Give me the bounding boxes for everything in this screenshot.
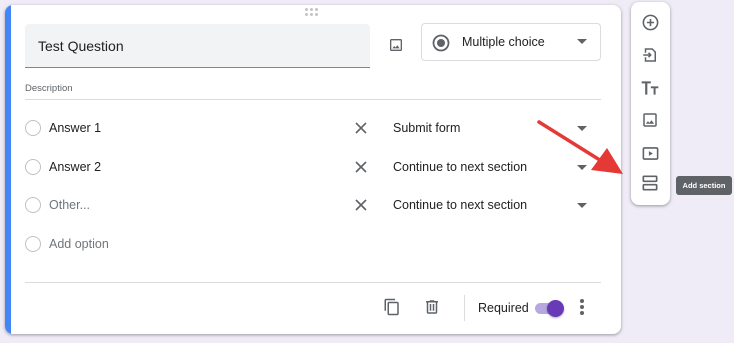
footer-divider xyxy=(25,282,601,283)
description-underline xyxy=(25,99,601,100)
question-card[interactable]: Test Question Multiple choice Descriptio… xyxy=(5,5,621,334)
more-options-icon[interactable] xyxy=(579,299,585,317)
footer-vertical-divider xyxy=(464,295,465,321)
image-icon xyxy=(390,39,402,51)
toggle-knob xyxy=(547,300,564,317)
go-to-section-select[interactable]: Continue to next section xyxy=(393,198,527,212)
section-icon xyxy=(642,175,658,191)
close-icon[interactable] xyxy=(354,160,368,174)
required-label: Required xyxy=(478,301,529,315)
radio-icon xyxy=(25,197,41,213)
question-type-dropdown[interactable]: Multiple choice xyxy=(421,23,601,61)
drag-handle-icon[interactable] xyxy=(305,8,321,18)
image-icon xyxy=(643,113,657,127)
add-image-button[interactable] xyxy=(638,108,662,132)
text-size-icon xyxy=(641,81,659,95)
add-option-row[interactable]: Add option xyxy=(5,230,305,258)
add-video-button[interactable] xyxy=(638,141,662,165)
go-to-section-select[interactable]: Continue to next section xyxy=(393,160,527,174)
floating-toolbar xyxy=(631,2,670,205)
question-type-label: Multiple choice xyxy=(462,35,545,49)
description-field[interactable]: Description xyxy=(25,83,73,94)
question-title-input[interactable]: Test Question xyxy=(25,24,370,68)
option-row-other: Other... Continue to next section xyxy=(5,191,621,219)
chevron-down-icon xyxy=(577,39,587,44)
radio-icon xyxy=(25,120,41,136)
add-section-tooltip: Add section xyxy=(676,176,732,195)
required-toggle[interactable] xyxy=(533,300,565,318)
copy-icon xyxy=(384,298,399,316)
trash-icon xyxy=(426,300,438,314)
add-circle-icon xyxy=(642,14,658,30)
annotation-arrow-icon xyxy=(537,120,623,174)
option-label[interactable]: Answer 1 xyxy=(49,121,101,135)
radio-icon xyxy=(25,236,41,252)
import-icon xyxy=(643,48,656,62)
close-icon[interactable] xyxy=(354,198,368,212)
radio-checked-icon xyxy=(432,34,450,52)
import-questions-button[interactable] xyxy=(638,43,662,67)
duplicate-button[interactable] xyxy=(381,296,403,318)
video-icon xyxy=(642,146,658,160)
add-question-button[interactable] xyxy=(638,10,662,34)
option-row: Answer 1 Submit form xyxy=(5,114,621,142)
add-title-description-button[interactable] xyxy=(638,76,662,100)
option-row: Answer 2 Continue to next section xyxy=(5,153,621,181)
add-option-label[interactable]: Add option xyxy=(49,237,109,251)
close-icon[interactable] xyxy=(354,121,368,135)
delete-button[interactable] xyxy=(421,296,443,318)
option-label-other[interactable]: Other... xyxy=(49,198,90,212)
chevron-down-icon[interactable] xyxy=(577,203,587,208)
go-to-section-select[interactable]: Submit form xyxy=(393,121,460,135)
radio-icon xyxy=(25,159,41,175)
add-image-to-question-button[interactable] xyxy=(383,32,409,58)
option-label[interactable]: Answer 2 xyxy=(49,160,101,174)
add-section-button[interactable] xyxy=(638,171,662,195)
